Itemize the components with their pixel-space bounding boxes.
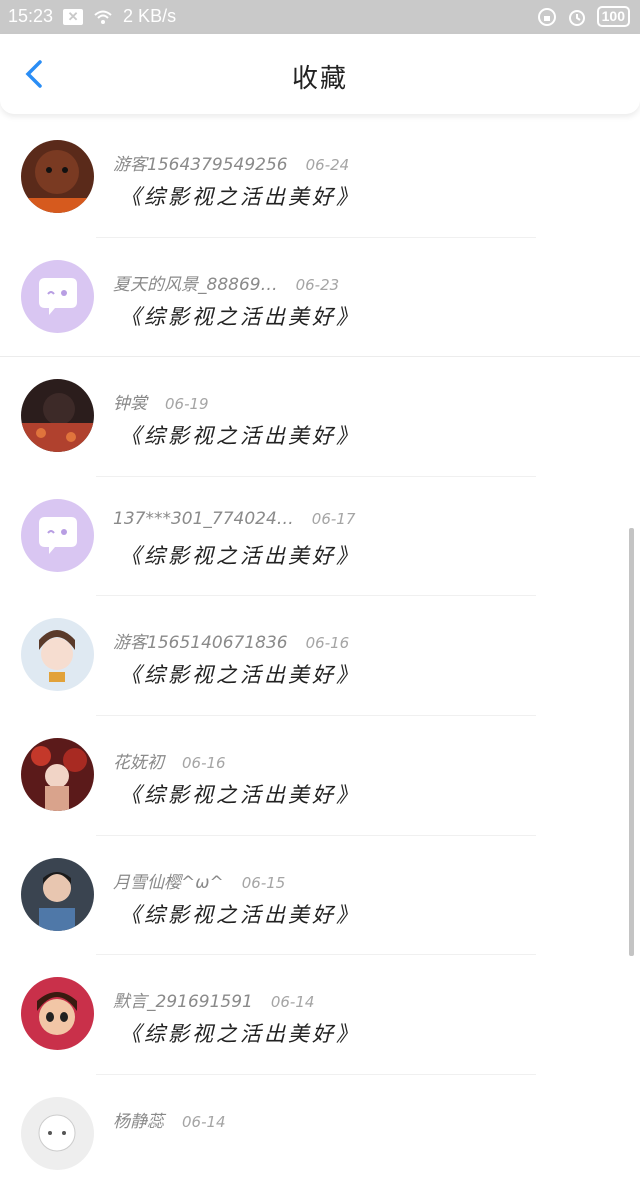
user-name-line: 花妩初 06-16 [113,748,226,773]
lock-rotation-icon [537,7,556,26]
book-title: 《综影视之活出美好》 [120,902,360,927]
list-item[interactable]: 杨静蕊 06-14 [0,1075,640,1194]
user-name-line: 月雪仙樱^ω^ 06-15 [113,868,285,893]
date: 06-16 [305,634,350,653]
default-chat-avatar-icon [21,259,94,333]
date: 06-19 [165,395,209,414]
battery-indicator: 100 [596,6,630,27]
list-item[interactable]: 137***301_774024… 06-17 《综影视之活出美好》 [0,477,640,597]
user-name: 钟裳 [113,394,147,415]
date: 06-14 [270,993,315,1012]
user-name-line: 游客1564379549256 06-24 [113,150,349,175]
date: 06-23 [295,275,340,294]
favorites-list: 游客1564379549256 06-24 《综影视之活出美好》 夏天的风景_88… [0,118,640,1194]
red-art-avatar-icon [21,737,94,811]
book-title: 《综影视之活出美好》 [120,782,360,807]
list-item[interactable]: 钟裳 06-19 《综影视之活出美好》 [0,357,640,477]
user-name: 月雪仙樱^ω^ [113,872,224,893]
avatar[interactable] [21,498,94,572]
avatar[interactable] [21,1096,94,1170]
user-name: 杨静蕊 [113,1111,164,1132]
book-title: 《综影视之活出美好》 [120,185,360,209]
network-speed: 2 KB/s [123,6,177,26]
girl-dark-avatar-icon [21,379,94,453]
date: 06-15 [241,873,286,892]
avatar[interactable] [21,259,94,333]
user-name: 花妩初 [113,752,164,773]
white-character-avatar-icon [21,1096,94,1170]
user-name: 137***301_774024… [113,508,294,529]
book-title: 《综影视之活出美好》 [120,304,360,329]
date: 06-14 [182,1112,226,1131]
dog-avatar-icon [21,140,94,213]
date: 06-17 [311,509,356,528]
list-item[interactable]: 花妩初 06-16 《综影视之活出美好》 [0,716,640,836]
list-item[interactable]: 夏天的风景_88869… 06-23 《综影视之活出美好》 [0,238,640,358]
user-name-line: 夏天的风景_88869… 06-23 [113,270,339,295]
avatar[interactable] [21,618,94,692]
list-item[interactable]: 游客1564379549256 06-24 《综影视之活出美好》 [0,118,640,238]
user-name-line: 杨静蕊 06-14 [113,1107,226,1132]
scrollbar[interactable] [629,528,634,956]
avatar[interactable] [21,737,94,811]
user-name-line: 钟裳 06-19 [113,389,209,414]
default-chat-avatar-icon [21,498,94,572]
list-item[interactable]: 游客1565140671836 06-16 《综影视之活出美好》 [0,596,640,716]
user-name-line: 137***301_774024… 06-17 [113,509,355,529]
wifi-icon [94,10,112,24]
book-title: 《综影视之活出美好》 [120,424,360,449]
anime-girl-avatar-icon [21,618,94,692]
alarm-icon [568,9,585,26]
page-title: 收藏 [291,64,348,94]
avatar[interactable] [21,857,94,931]
book-title: 《综影视之活出美好》 [120,663,360,688]
user-name-line: 游客1565140671836 06-16 [113,628,349,653]
user-name-line: 默言_291691591 06-14 [113,987,314,1012]
book-title: 《综影视之活出美好》 [120,543,360,568]
status-time: 15:23 [8,6,54,26]
list-item[interactable]: 月雪仙樱^ω^ 06-15 《综影视之活出美好》 [0,836,640,956]
date: 06-24 [305,156,350,174]
user-name: 游客1565140671836 [113,633,288,654]
cartoon-avatar-icon [21,977,94,1051]
list-item[interactable]: 默言_291691591 06-14 《综影视之活出美好》 [0,955,640,1075]
status-bar: 15:23 ✕ 2 KB/s 100 [0,0,640,34]
avatar[interactable] [21,379,94,453]
avatar[interactable] [21,140,94,213]
header-bar: 收藏 [0,34,640,114]
notification-icon: ✕ [63,8,84,25]
avatar[interactable] [21,977,94,1051]
user-name: 夏天的风景_88869… [113,274,278,295]
user-name: 默言_291691591 [113,992,253,1013]
man-avatar-icon [21,857,94,931]
book-title: 《综影视之活出美好》 [120,1022,360,1047]
user-name: 游客1564379549256 [113,155,288,175]
date: 06-16 [182,753,226,772]
